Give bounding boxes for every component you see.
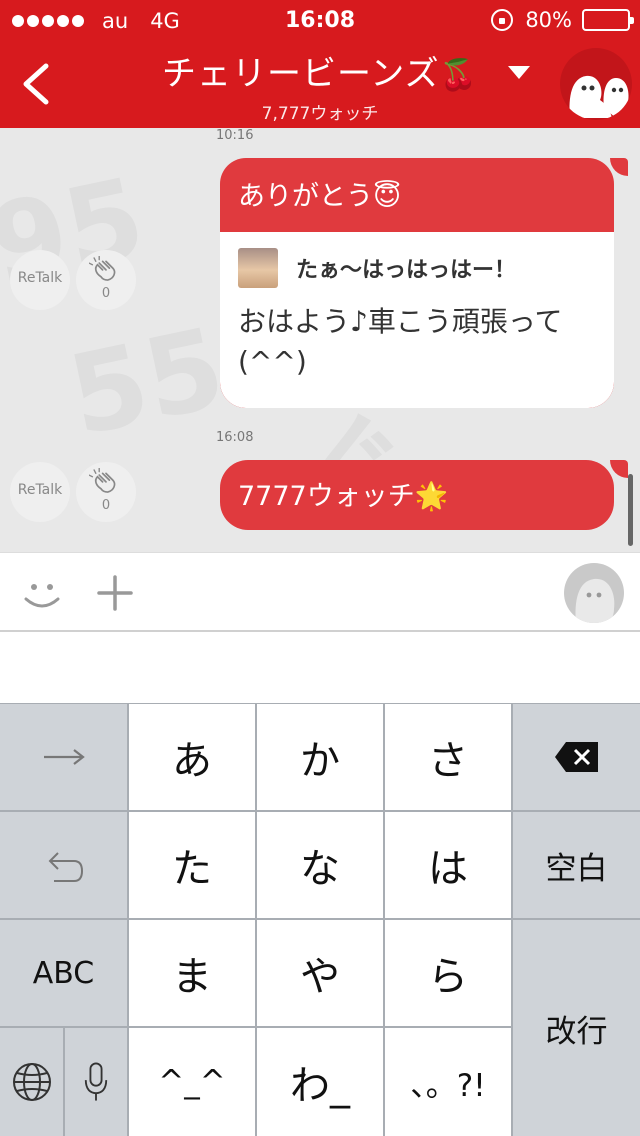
channel-title-block[interactable]: チェリービーンズ🍒 7,777ウォッチ — [150, 46, 490, 124]
clap-hands-icon — [89, 468, 116, 493]
clap-hands-icon — [89, 256, 116, 281]
quote-text: おはよう♪車こう頑張って(^^) — [238, 305, 563, 378]
arrow-right-icon — [43, 749, 85, 765]
channel-title-text: チェリービーンズ — [162, 54, 440, 94]
ghost-mascot-icon — [569, 75, 629, 118]
globe-key[interactable] — [0, 1028, 63, 1136]
battery-icon — [582, 9, 634, 31]
key-ma[interactable]: ま — [129, 920, 255, 1026]
microphone-key[interactable] — [65, 1028, 127, 1136]
bubble-tail — [610, 158, 628, 176]
battery-percent: 80% — [525, 8, 572, 32]
star-emoji: 🌟 — [414, 481, 449, 512]
message-input[interactable] — [0, 632, 640, 704]
key-na[interactable]: な — [257, 812, 383, 918]
abc-key[interactable]: ABC — [0, 920, 127, 1026]
quote-header: たぁ〜はっはっはー！ — [238, 248, 596, 288]
key-wa[interactable]: わ_ — [257, 1028, 383, 1136]
japanese-flick-keyboard: あ か さ た な は 空白 ABC ま や ら 改行 ^_^ わ_ 、。?! — [0, 703, 640, 1136]
retalk-button[interactable]: ReTalk — [10, 250, 70, 310]
punctuation-key[interactable]: 、。?! — [385, 1028, 511, 1136]
bubble-tail — [610, 460, 628, 478]
globe-icon — [12, 1063, 51, 1101]
message-text: 7777ウォッチ — [238, 481, 415, 512]
channel-avatar[interactable] — [560, 48, 632, 120]
plus-icon[interactable] — [96, 573, 134, 613]
retalk-label: ReTalk — [17, 270, 63, 286]
smiley-icon[interactable] — [20, 573, 64, 613]
input-toolbar — [0, 552, 640, 632]
avatar-silhouette — [575, 578, 615, 623]
quoted-message[interactable]: たぁ〜はっはっはー！ おはよう♪車こう頑張って(^^) — [220, 232, 614, 408]
background-watermark: 55 — [58, 303, 235, 461]
space-key[interactable]: 空白 — [513, 812, 640, 918]
clap-count: 0 — [101, 286, 111, 301]
app-header: au 4G 16:08 80% チェリービーンズ🍒 7,777ウォッチ — [0, 0, 640, 128]
message-timestamp: 16:08 — [216, 430, 254, 445]
back-chevron-icon[interactable] — [18, 62, 58, 106]
rotation-lock-icon — [491, 9, 514, 31]
kaomoji-key[interactable]: ^_^ — [129, 1028, 255, 1136]
angel-emoji: 😇 — [373, 181, 402, 212]
key-ka[interactable]: か — [257, 704, 383, 810]
delete-key[interactable] — [513, 704, 640, 810]
key-sa[interactable]: さ — [385, 704, 511, 810]
backspace-icon — [554, 742, 598, 772]
dropdown-triangle-icon[interactable] — [508, 66, 530, 80]
undo-key[interactable] — [0, 812, 127, 918]
clap-count: 0 — [101, 498, 111, 513]
key-a[interactable]: あ — [129, 704, 255, 810]
undo-icon — [48, 852, 83, 882]
retalk-label: ReTalk — [17, 482, 63, 498]
chat-area[interactable]: 95 55 ぐ 10:16 ReTalk 0 ありがとう😇 たぁ〜はっはっはー！… — [0, 128, 640, 552]
key-ha[interactable]: は — [385, 812, 511, 918]
watch-count: 7,777ウォッチ — [261, 104, 379, 124]
nav-bar: チェリービーンズ🍒 7,777ウォッチ — [0, 40, 640, 128]
message-text: ありがとう — [238, 181, 373, 212]
user-avatar-icon[interactable] — [564, 563, 624, 623]
next-candidate-key[interactable] — [0, 704, 127, 810]
chat-scrollbar[interactable] — [628, 474, 633, 546]
quote-user-name: たぁ〜はっはっはー！ — [296, 258, 517, 283]
clap-button[interactable]: 0 — [76, 462, 136, 522]
message-bubble[interactable]: 7777ウォッチ🌟 — [220, 460, 614, 530]
key-ra[interactable]: ら — [385, 920, 511, 1026]
quote-user-thumbnail — [238, 248, 278, 288]
retalk-button[interactable]: ReTalk — [10, 462, 70, 522]
channel-title: チェリービーンズ🍒 — [150, 46, 490, 95]
status-bar: au 4G 16:08 80% — [0, 0, 640, 40]
clap-button[interactable]: 0 — [76, 250, 136, 310]
return-key[interactable]: 改行 — [513, 920, 640, 1136]
key-ta[interactable]: た — [129, 812, 255, 918]
microphone-icon — [84, 1062, 108, 1101]
message-text-row: ありがとう😇 — [220, 158, 614, 232]
cherry-emoji: 🍒 — [439, 58, 478, 93]
message-timestamp: 10:16 — [216, 128, 254, 143]
message-bubble[interactable]: ありがとう😇 たぁ〜はっはっはー！ おはよう♪車こう頑張って(^^) — [220, 158, 614, 408]
key-ya[interactable]: や — [257, 920, 383, 1026]
